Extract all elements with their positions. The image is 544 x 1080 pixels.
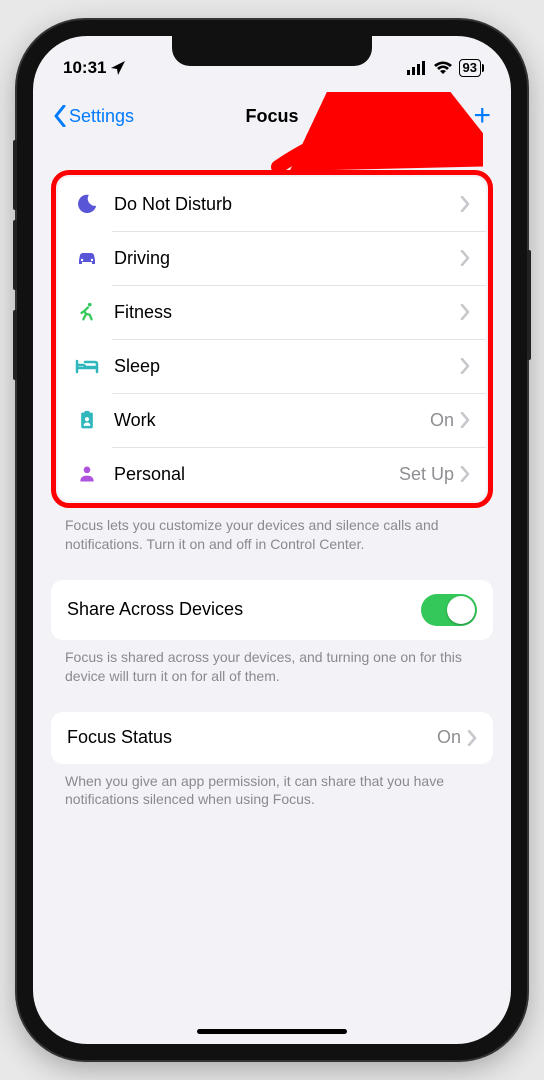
row-label: Focus Status (67, 727, 437, 748)
chevron-left-icon (53, 105, 67, 127)
runner-icon (74, 299, 100, 325)
focus-status-section: Focus Status On (51, 712, 493, 764)
content-area: Do Not Disturb Driving (33, 142, 511, 809)
share-toggle[interactable] (421, 594, 477, 626)
status-left: 10:31 (63, 58, 126, 78)
moon-icon (74, 191, 100, 217)
share-section: Share Across Devices (51, 580, 493, 640)
status-time: 10:31 (63, 58, 106, 78)
row-label: Do Not Disturb (114, 194, 454, 215)
person-icon (74, 461, 100, 487)
back-button[interactable]: Settings (53, 105, 134, 127)
notch (172, 36, 372, 66)
chevron-right-icon (460, 412, 470, 428)
focus-row-do-not-disturb[interactable]: Do Not Disturb (58, 177, 486, 231)
page-title: Focus (245, 106, 298, 127)
back-label: Settings (69, 106, 134, 127)
bed-icon (74, 353, 100, 379)
phone-screen: 10:31 93 Settings Focus + (33, 36, 511, 1044)
row-label: Personal (114, 464, 399, 485)
status-right: 93 (407, 59, 481, 77)
badge-icon (74, 407, 100, 433)
row-label: Fitness (114, 302, 454, 323)
phone-frame: 10:31 93 Settings Focus + (17, 20, 527, 1060)
chevron-right-icon (460, 358, 470, 374)
focus-modes-footer: Focus lets you customize your devices an… (51, 508, 493, 554)
focus-row-driving[interactable]: Driving (58, 231, 486, 285)
car-icon (74, 245, 100, 271)
share-footer: Focus is shared across your devices, and… (51, 640, 493, 686)
location-icon (110, 60, 126, 76)
focus-row-fitness[interactable]: Fitness (58, 285, 486, 339)
row-label: Share Across Devices (67, 599, 421, 620)
battery-indicator: 93 (459, 59, 481, 77)
annotation-highlight: Do Not Disturb Driving (51, 170, 493, 508)
cellular-icon (407, 61, 427, 75)
chevron-right-icon (460, 250, 470, 266)
nav-bar: Settings Focus + (33, 90, 511, 142)
focus-status-row[interactable]: Focus Status On (51, 712, 493, 764)
row-detail: Set Up (399, 464, 460, 485)
wifi-icon (433, 61, 453, 75)
row-detail: On (430, 410, 460, 431)
focus-row-work[interactable]: Work On (58, 393, 486, 447)
share-across-devices-row: Share Across Devices (51, 580, 493, 640)
focus-row-personal[interactable]: Personal Set Up (58, 447, 486, 501)
add-focus-button[interactable]: + (473, 101, 491, 131)
row-label: Driving (114, 248, 454, 269)
chevron-right-icon (467, 730, 477, 746)
focus-row-sleep[interactable]: Sleep (58, 339, 486, 393)
row-label: Sleep (114, 356, 454, 377)
chevron-right-icon (460, 304, 470, 320)
focus-status-footer: When you give an app permission, it can … (51, 764, 493, 810)
row-detail: On (437, 727, 467, 748)
chevron-right-icon (460, 466, 470, 482)
chevron-right-icon (460, 196, 470, 212)
row-label: Work (114, 410, 430, 431)
focus-modes-list: Do Not Disturb Driving (58, 177, 486, 501)
home-indicator[interactable] (197, 1029, 347, 1034)
